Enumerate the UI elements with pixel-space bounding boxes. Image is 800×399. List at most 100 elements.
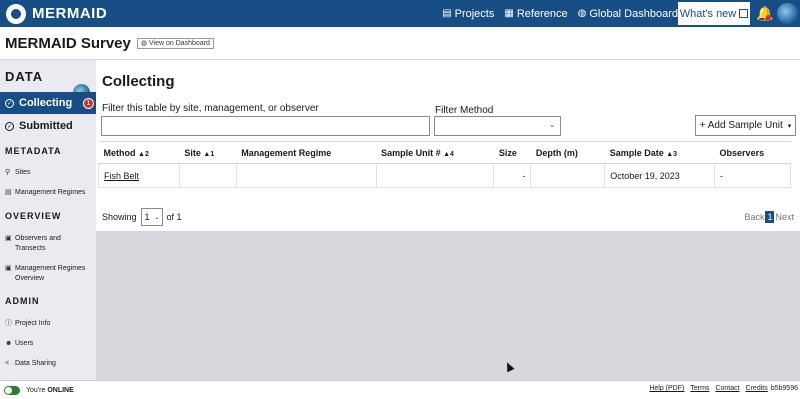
cell-observers: -	[714, 163, 791, 188]
sort-icon: ▲2	[138, 150, 149, 158]
cell-site	[178, 163, 237, 188]
whats-new-label: What's new	[679, 7, 737, 20]
of-label: of 1	[166, 212, 182, 222]
cell-management	[235, 163, 377, 188]
view-on-dashboard-label: View on Dashboard	[148, 39, 210, 47]
filter-input[interactable]	[101, 116, 430, 136]
col-site[interactable]: Site ▲1	[179, 141, 237, 164]
chevron-down-icon: ⌄	[549, 122, 555, 129]
sidebar-item-collecting-label: Collecting	[19, 97, 73, 109]
sidebar-item-observers-transects-label: Observers and Transects	[15, 235, 61, 252]
nav-global-dashboard-label: Global Dashboard	[589, 7, 678, 20]
nav-projects-label: Projects	[454, 7, 495, 20]
sidebar-item-management-regimes-label: Management Regimes	[15, 189, 86, 196]
sidebar-item-users[interactable]: ☻ Users	[5, 339, 33, 349]
nav-projects[interactable]: ▤ Projects	[442, 8, 494, 20]
survey-header: MERMAID Survey ◍ View on Dashboard	[0, 27, 800, 60]
footer: You're ONLINE Help (PDF) Terms Contact C…	[0, 380, 800, 399]
sort-icon: ▲4	[443, 150, 454, 158]
info-icon: ⓘ	[5, 320, 12, 327]
sort-icon: ▲3	[666, 150, 678, 158]
pager: Back 1 Next	[744, 211, 794, 223]
sidebar-item-submitted-label: Submitted	[19, 120, 73, 132]
sidebar-item-management-overview[interactable]: ▣ Management Regimes Overview	[5, 264, 93, 284]
filter-label: Filter this table by site, management, o…	[102, 103, 319, 114]
sidebar-item-users-label: Users	[15, 340, 34, 347]
users-icon: ☻	[5, 340, 13, 347]
col-observers[interactable]: Observers	[714, 141, 791, 164]
top-nav: ▤ Projects ▦ Reference ◍ Global Dashboar…	[432, 0, 678, 27]
sidebar-item-data-sharing-label: Data Sharing	[15, 360, 56, 367]
footer-credits-link[interactable]: Credits	[746, 385, 768, 392]
col-sample-unit[interactable]: Sample Unit # ▲4	[376, 141, 494, 164]
version-hash: b5b9596	[770, 385, 798, 392]
reference-icon: ▦	[504, 8, 514, 19]
globe-small-icon: ◍	[140, 40, 147, 47]
cell-sample-unit	[375, 163, 495, 188]
table-row[interactable]: Fish Belt - October 19, 2023 -	[98, 163, 791, 188]
footer-terms-link[interactable]: Terms	[690, 385, 709, 392]
cell-size: -	[493, 163, 532, 188]
sidebar-item-project-info[interactable]: ⓘ Project Info	[5, 319, 50, 329]
sidebar-item-collecting[interactable]: ✓ Collecting	[0, 92, 96, 114]
view-on-dashboard-button[interactable]: ◍ View on Dashboard	[136, 37, 214, 49]
nav-reference-label: Reference	[516, 7, 568, 20]
table-header-row: Method ▲2 Site ▲1 Management Regime Samp…	[98, 141, 791, 164]
cell-date: October 19, 2023	[604, 163, 716, 188]
sidebar-item-management-regimes[interactable]: ▤ Management Regimes	[5, 188, 85, 198]
col-management-regime[interactable]: Management Regime	[236, 141, 377, 164]
sidebar-item-sites-label: Sites	[15, 169, 31, 176]
online-toggle[interactable]	[4, 385, 20, 395]
online-status: You're ONLINE	[26, 386, 74, 394]
col-method[interactable]: Method ▲2	[98, 141, 180, 164]
footer-help-link[interactable]: Help (PDF)	[649, 385, 684, 392]
col-size[interactable]: Size	[493, 141, 531, 164]
col-sample-date[interactable]: Sample Date ▲3	[604, 141, 715, 164]
nav-reference[interactable]: ▦ Reference	[504, 8, 567, 20]
collecting-table: Method ▲2 Site ▲1 Management Regime Samp…	[98, 141, 791, 188]
sidebar-item-data-sharing[interactable]: < Data Sharing	[5, 359, 56, 369]
notification-dot	[766, 15, 771, 20]
check-circle-icon: ✓	[5, 121, 14, 131]
page-title: Collecting	[102, 73, 175, 90]
whats-new-button[interactable]: What's new	[678, 2, 750, 25]
overview-icon: ▣	[5, 265, 12, 272]
col-depth[interactable]: Depth (m)	[530, 141, 605, 164]
pager-next[interactable]: Next	[775, 212, 794, 222]
footer-contact-link[interactable]: Contact	[715, 385, 739, 392]
check-circle-icon: ✓	[5, 98, 14, 108]
management-regimes-icon: ▤	[5, 189, 12, 196]
user-avatar[interactable]	[777, 3, 798, 24]
sidebar-item-management-overview-label: Management Regimes Overview	[15, 265, 86, 282]
sidebar: DATA ✓ Collecting 1 ✓ Submitted METADATA…	[0, 60, 96, 380]
add-sample-unit-label: + Add Sample Unit	[699, 120, 783, 131]
nav-global-dashboard[interactable]: ◍ Global Dashboard	[578, 8, 678, 20]
sidebar-item-sites[interactable]: ⚲ Sites	[5, 168, 31, 178]
sites-icon: ⚲	[5, 169, 11, 176]
sort-icon: ▲1	[203, 150, 215, 158]
logo-text: MERMAID	[32, 5, 108, 22]
cell-method-link[interactable]: Fish Belt	[98, 163, 180, 188]
sidebar-section-metadata: METADATA	[5, 146, 62, 156]
chevron-down-icon: ▾	[787, 122, 792, 130]
sidebar-section-overview: OVERVIEW	[5, 211, 62, 221]
projects-icon: ▤	[442, 8, 452, 19]
cell-depth	[530, 163, 606, 188]
chevron-down-icon: ⌄	[154, 214, 160, 221]
mermaid-logo-icon	[6, 3, 26, 24]
survey-title: MERMAID Survey	[5, 34, 131, 52]
mermaid-logo[interactable]: MERMAID	[6, 3, 108, 24]
page-size-select[interactable]: 1 ⌄	[140, 208, 163, 226]
external-link-icon	[739, 9, 749, 18]
add-sample-unit-button[interactable]: + Add Sample Unit ▾	[695, 115, 796, 136]
pager-current-page[interactable]: 1	[765, 211, 775, 223]
filter-method-select[interactable]: ⌄	[434, 116, 561, 136]
sidebar-item-observers-transects[interactable]: ▣ Observers and Transects	[5, 234, 85, 254]
footer-links: Help (PDF) Terms Contact Credits b5b9596	[643, 385, 798, 392]
globe-icon: ◍	[577, 8, 587, 19]
empty-area	[96, 231, 800, 380]
share-icon: <	[5, 360, 10, 367]
sidebar-item-submitted[interactable]: ✓ Submitted	[0, 116, 96, 136]
pager-back[interactable]: Back	[744, 212, 764, 222]
sidebar-section-admin: ADMIN	[5, 296, 40, 306]
